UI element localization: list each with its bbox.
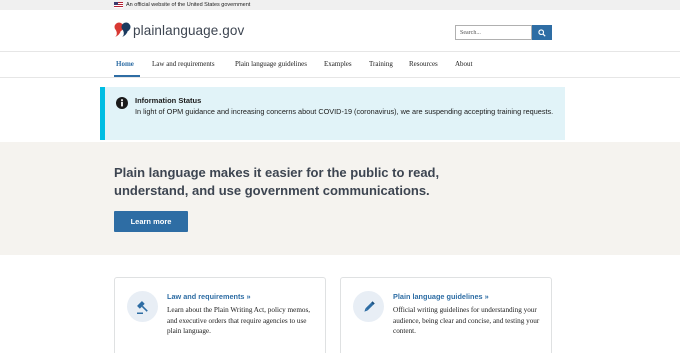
hero-heading: Plain language makes it easier for the p…: [114, 165, 440, 198]
hero-section: Plain language makes it easier for the p…: [0, 142, 680, 255]
nav-item-examples[interactable]: Examples: [324, 59, 352, 69]
card-icon-circle: [127, 291, 158, 322]
nav-item-plain-language-guidelines[interactable]: Plain language guidelines: [235, 59, 307, 69]
alert-body: In light of OPM guidance and increasing …: [135, 107, 554, 116]
card-icon-circle: [353, 291, 384, 322]
nav-item-resources[interactable]: Resources: [409, 59, 438, 69]
nav-item-training[interactable]: Training: [369, 59, 393, 69]
official-gov-banner: An official website of the United States…: [0, 0, 680, 10]
card-plain-language-guidelines[interactable]: Plain language guidelines » Official wri…: [340, 277, 552, 353]
nav-item-home[interactable]: Home: [116, 59, 134, 69]
card-title[interactable]: Plain language guidelines »: [393, 292, 489, 302]
us-flag-icon: [114, 2, 123, 8]
search-input[interactable]: [455, 25, 532, 40]
learn-more-button[interactable]: Learn more: [114, 211, 188, 232]
search-button[interactable]: [532, 25, 552, 40]
card-description: Official writing guidelines for understa…: [393, 306, 540, 335]
card-title[interactable]: Law and requirements »: [167, 292, 251, 302]
main-nav: Home Law and requirements Plain language…: [0, 52, 680, 77]
alert-title: Information Status: [135, 96, 202, 105]
card-description: Learn about the Plain Writing Act, polic…: [167, 306, 311, 335]
card-law-and-requirements[interactable]: Law and requirements » Learn about the P…: [114, 277, 326, 353]
logo-icon[interactable]: [114, 22, 131, 38]
site-name[interactable]: plainlanguage.gov: [133, 23, 244, 39]
gov-banner-text: An official website of the United States…: [126, 2, 251, 8]
pencil-icon: [363, 300, 375, 312]
gavel-icon: [136, 300, 148, 314]
information-status-alert: Information Status In light of OPM guida…: [100, 87, 565, 140]
nav-item-about[interactable]: About: [455, 59, 473, 69]
nav-item-law-and-requirements[interactable]: Law and requirements: [152, 59, 215, 69]
nav-divider: [0, 77, 680, 78]
search-icon: [538, 28, 546, 37]
info-icon: [116, 97, 128, 109]
